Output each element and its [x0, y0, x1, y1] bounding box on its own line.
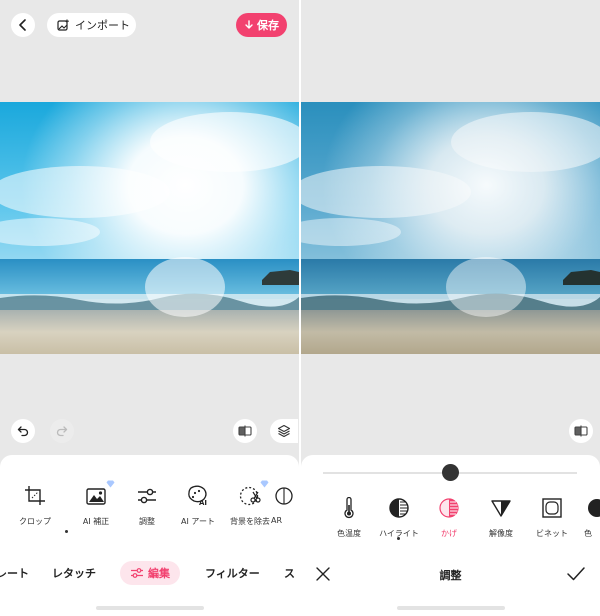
save-button[interactable]: 保存 — [236, 13, 287, 37]
tool-ar[interactable]: AR — [271, 483, 299, 525]
layers-icon — [277, 424, 291, 438]
import-label: インポート — [75, 19, 130, 32]
tab-retouch[interactable]: レタッチ — [52, 565, 96, 581]
tool-label: かげ — [441, 529, 457, 538]
redo-icon — [56, 426, 68, 437]
redo-button[interactable] — [50, 419, 74, 443]
home-indicator — [397, 606, 505, 610]
remove-background-icon — [239, 486, 261, 506]
tool-label: AI アート — [181, 517, 215, 526]
tool-adjust[interactable]: 調整 — [120, 483, 174, 527]
premium-diamond-icon — [106, 480, 115, 488]
photo-preview[interactable] — [301, 102, 600, 354]
tab-template[interactable]: レート — [0, 565, 29, 581]
tool-label: AI 補正 — [82, 517, 110, 526]
compare-icon — [574, 425, 588, 437]
tab-edit[interactable]: 編集 — [120, 561, 180, 585]
edit-toolbar-sheet: クロップ AI 補正 調整 AI AI アート 背景を除去 AR レート レタッ… — [0, 455, 299, 616]
adjust-sheet: 色温度 ハイライト かげ 解像度 ビネット 色 調整 — [301, 455, 600, 616]
image-add-icon — [57, 19, 69, 31]
adjust-color-temperature[interactable]: 色温度 — [322, 495, 376, 539]
premium-diamond-icon — [260, 480, 269, 488]
tool-strip: クロップ AI 補正 調整 AI AI アート 背景を除去 AR — [0, 480, 299, 533]
sliders-icon — [138, 488, 156, 504]
tool-label: AR — [271, 516, 283, 525]
tool-label: 解像度 — [489, 529, 513, 538]
adjust-sharpness[interactable]: 解像度 — [474, 495, 528, 539]
check-icon[interactable] — [566, 566, 586, 582]
save-label: 保存 — [257, 19, 279, 32]
tool-crop[interactable]: クロップ — [8, 483, 62, 527]
crop-icon — [25, 486, 45, 505]
tool-label: 色 — [584, 529, 592, 538]
chevron-left-icon — [19, 19, 26, 31]
import-button[interactable]: インポート — [47, 13, 136, 37]
beach-photo — [0, 102, 299, 354]
compare-button[interactable] — [233, 419, 257, 443]
undo-button[interactable] — [11, 419, 35, 443]
compare-button[interactable] — [569, 419, 593, 443]
tool-label: 色温度 — [337, 529, 361, 538]
ar-icon — [275, 487, 293, 505]
tool-label: 背景を除去 — [230, 517, 270, 526]
download-arrow-icon — [245, 20, 253, 29]
vignette-icon — [542, 498, 562, 518]
tool-ai-enhance[interactable]: AI 補正 — [69, 480, 123, 527]
tab-more[interactable]: ス — [284, 565, 295, 581]
ai-enhance-icon — [86, 488, 106, 505]
adjust-slider-knob[interactable] — [441, 464, 459, 481]
photo-preview[interactable] — [0, 102, 299, 354]
highlight-icon — [389, 498, 409, 518]
thermometer-icon — [344, 497, 354, 519]
adjust-shadow[interactable]: かげ — [422, 495, 476, 539]
back-button[interactable] — [11, 13, 35, 37]
svg-text:AI: AI — [199, 499, 207, 507]
tool-label: 調整 — [139, 517, 155, 526]
beach-photo — [301, 102, 600, 354]
category-tabs: レート レタッチ 編集 フィルター ス — [0, 561, 299, 587]
color-icon — [588, 499, 600, 517]
tool-label: ビネット — [536, 529, 568, 538]
layers-button[interactable] — [270, 419, 298, 443]
ai-art-icon: AI — [188, 485, 207, 507]
adjust-screen: 色温度 ハイライト かげ 解像度 ビネット 色 調整 — [301, 0, 600, 616]
adjust-tool-strip: 色温度 ハイライト かげ 解像度 ビネット 色 — [301, 495, 600, 545]
undo-icon — [17, 426, 29, 437]
tab-filter[interactable]: フィルター — [205, 565, 260, 581]
modified-indicator-dot — [397, 537, 400, 540]
shadow-icon — [439, 498, 459, 518]
tool-ai-art[interactable]: AI AI アート — [171, 483, 225, 527]
compare-icon — [238, 425, 252, 437]
panel-title: 調整 — [439, 569, 462, 582]
sharpness-icon — [491, 500, 511, 517]
editor-main-screen: インポート 保存 クロップ AI 補正 調整 AI AI アート 背景を除去 A… — [0, 0, 299, 616]
tool-remove-background[interactable]: 背景を除去 — [223, 480, 277, 527]
sliders-icon — [131, 568, 143, 578]
adjust-color[interactable]: 色 — [584, 495, 600, 539]
adjust-vignette[interactable]: ビネット — [525, 495, 579, 539]
adjust-highlight[interactable]: ハイライト — [372, 495, 426, 539]
tab-label: 編集 — [148, 567, 170, 580]
tool-label: クロップ — [19, 517, 51, 526]
separator-dot — [65, 530, 68, 533]
home-indicator — [96, 606, 204, 610]
